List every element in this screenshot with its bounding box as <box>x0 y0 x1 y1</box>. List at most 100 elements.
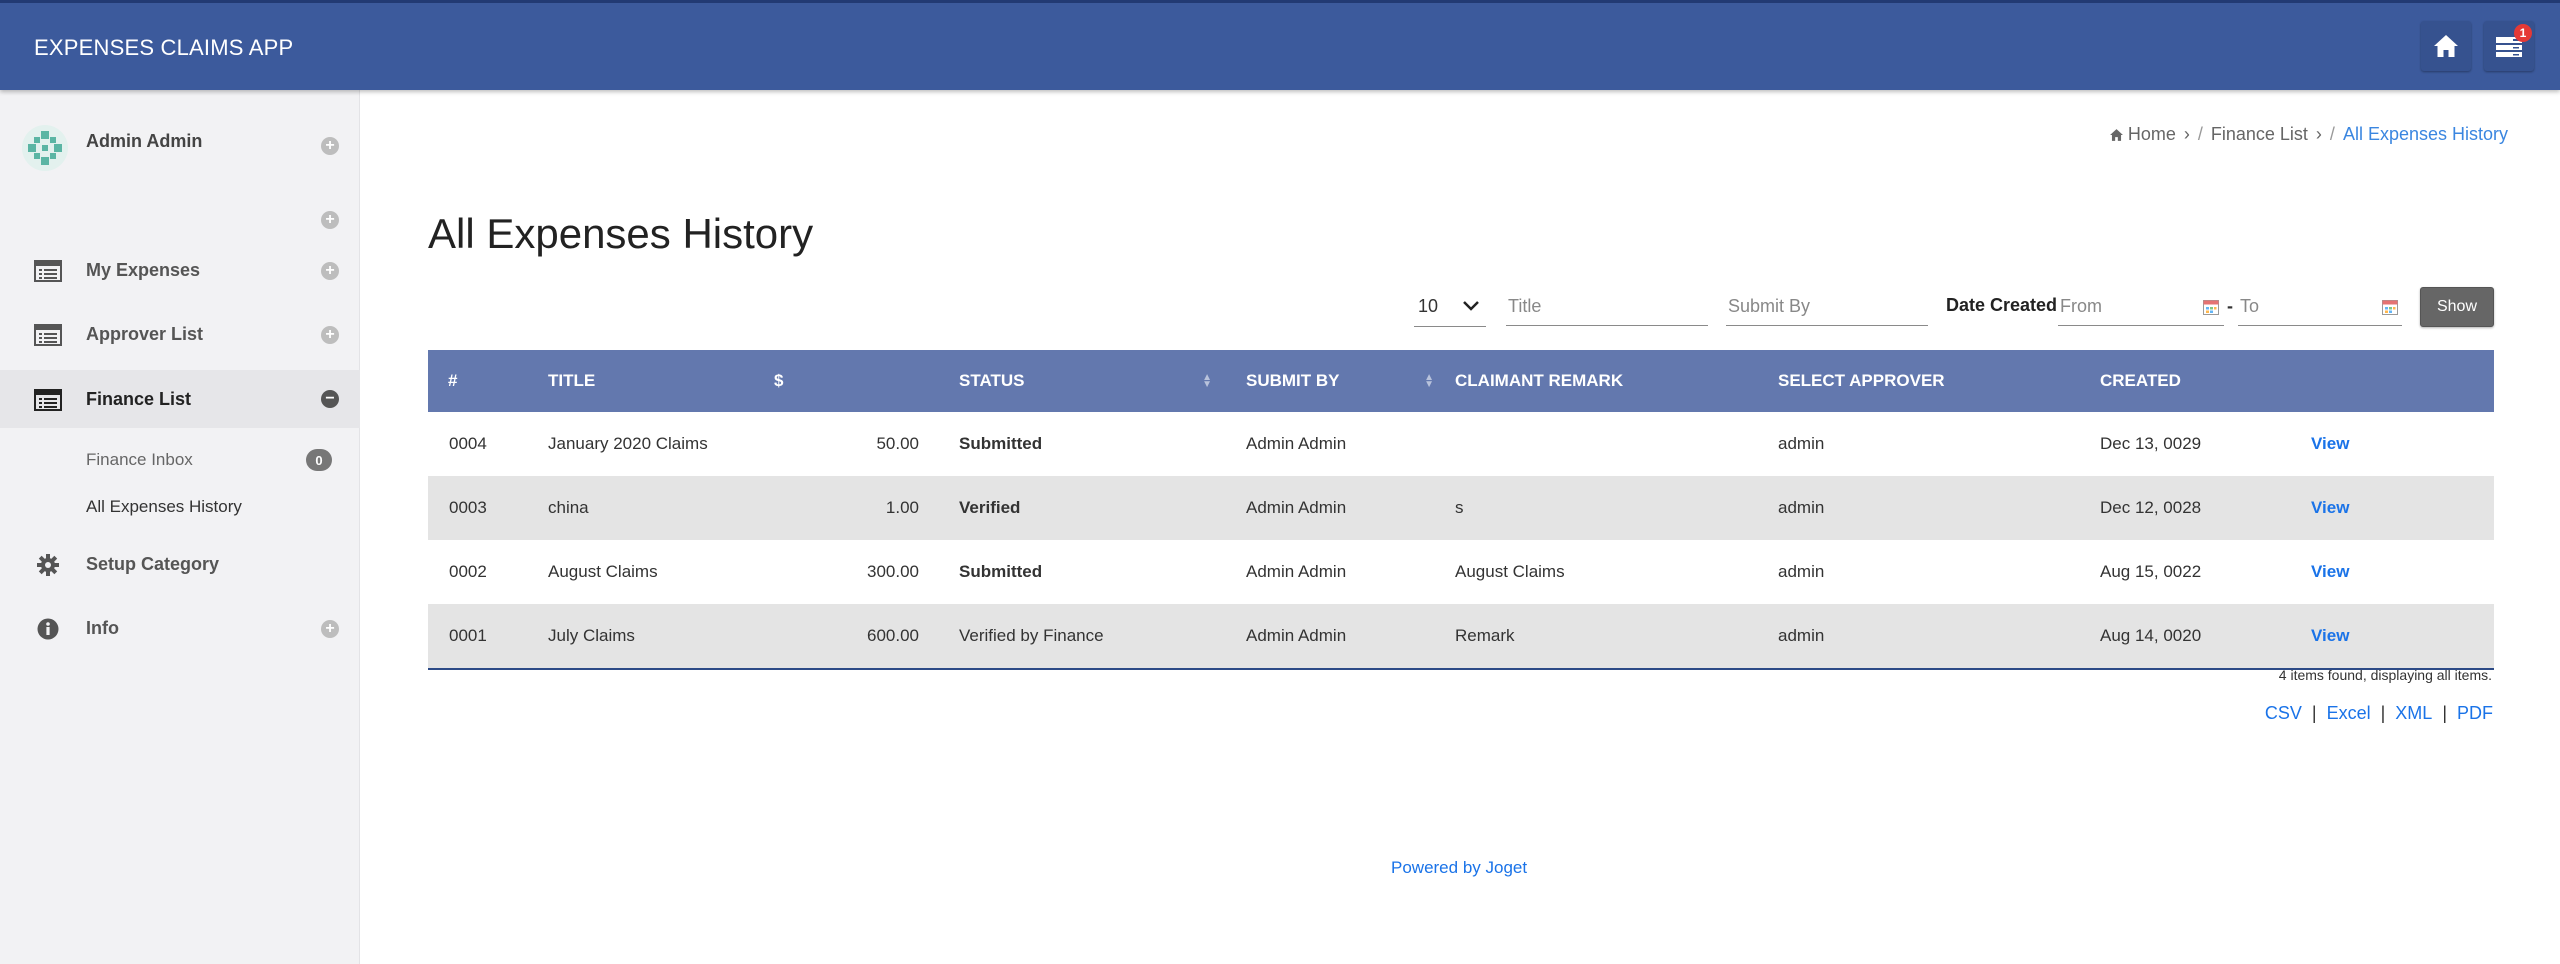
breadcrumb-current[interactable]: All Expenses History <box>2343 124 2508 145</box>
cell-id: 0004 <box>449 434 487 453</box>
sidebar-item-label: Approver List <box>86 324 204 344</box>
breadcrumb: Home › / Finance List › / All Expenses H… <box>2109 124 2508 145</box>
export-links: CSV | Excel | XML | PDF <box>2265 703 2493 724</box>
sidebar-subitem-all-expenses-history[interactable]: All Expenses History <box>86 497 242 517</box>
column-header-title[interactable]: TITLE <box>544 350 774 412</box>
column-header-select-approver[interactable]: SELECT APPROVER <box>1767 350 2089 412</box>
page-title: All Expenses History <box>428 210 814 257</box>
column-header-created[interactable]: CREATED <box>2089 350 2307 412</box>
cell-created: Dec 12, 0028 <box>2089 476 2307 540</box>
info-icon <box>37 618 59 640</box>
collapse-toggle[interactable]: − <box>321 390 339 408</box>
column-header-claimant-remark[interactable]: CLAIMANT REMARK <box>1444 350 1767 412</box>
extra-toggle[interactable]: + <box>321 211 339 229</box>
gear-icon <box>37 554 59 576</box>
calendar-icon[interactable] <box>2203 299 2219 315</box>
export-csv-link[interactable]: CSV <box>2265 703 2302 724</box>
column-header-label: STATUS <box>959 371 1025 390</box>
date-created-label: Date Created <box>1946 295 2058 315</box>
cell-created: Aug 15, 0022 <box>2100 562 2202 581</box>
export-pdf-link[interactable]: PDF <box>2457 703 2493 724</box>
cell-created: Aug 14, 0020 <box>2089 604 2307 670</box>
avatar[interactable] <box>22 125 68 171</box>
sort-icon[interactable]: ▲ ▼ <box>1202 373 1212 390</box>
top-navbar: EXPENSES CLAIMS APP 1 <box>0 0 2560 90</box>
expenses-table: # TITLE $ STATUS ▲ ▼ SUBMIT BY ▲ ▼ CLAIMAN… <box>428 350 2494 670</box>
sidebar-item-info[interactable]: Info + <box>0 599 360 657</box>
view-link[interactable]: View <box>2311 562 2349 581</box>
cell-approver: admin <box>1767 604 2089 670</box>
cell-id: 0001 <box>428 604 544 670</box>
cell-amount: 600.00 <box>774 604 939 670</box>
cell-approver: admin <box>1778 562 1825 581</box>
expand-toggle[interactable]: + <box>321 262 339 280</box>
breadcrumb-separator: / <box>2197 124 2203 144</box>
cell-remark: s <box>1444 476 1767 540</box>
inbox-button[interactable]: 1 <box>2484 21 2534 71</box>
cell-amount: 300.00 <box>867 562 919 581</box>
sidebar-item-label: My Expenses <box>86 260 201 280</box>
list-icon <box>34 389 62 411</box>
sidebar-item-label: Setup Category <box>86 554 220 574</box>
view-link[interactable]: View <box>2311 498 2349 517</box>
column-header-submit-by[interactable]: SUBMIT BY ▲ ▼ <box>1226 350 1444 412</box>
date-range-separator: - <box>2227 296 2233 316</box>
home-icon <box>2434 35 2458 57</box>
cell-approver: admin <box>1767 476 2089 540</box>
export-separator: | <box>2311 703 2317 723</box>
sidebar-item-my-expenses[interactable]: My Expenses + <box>0 241 360 299</box>
cell-submit-by: Admin Admin <box>1226 604 1444 670</box>
export-xml-link[interactable]: XML <box>2395 703 2432 724</box>
cell-title: August Claims <box>548 562 658 581</box>
sidebar <box>0 90 360 964</box>
cell-status: Submitted <box>959 562 1043 581</box>
cell-remark: Remark <box>1444 604 1767 670</box>
app-title[interactable]: EXPENSES CLAIMS APP <box>34 35 293 61</box>
cell-title: July Claims <box>544 604 774 670</box>
export-excel-link[interactable]: Excel <box>2327 703 2371 724</box>
sidebar-subitem-finance-inbox[interactable]: Finance Inbox <box>86 450 193 470</box>
user-menu-toggle[interactable]: + <box>321 137 339 155</box>
expand-toggle[interactable]: + <box>321 620 339 638</box>
list-icon <box>34 260 62 282</box>
cell-amount: 50.00 <box>876 434 919 453</box>
column-header-number[interactable]: # <box>428 350 544 412</box>
cell-title: January 2020 Claims <box>548 434 708 453</box>
view-link[interactable]: View <box>2311 434 2349 453</box>
expand-toggle[interactable]: + <box>321 326 339 344</box>
date-from-input[interactable] <box>2058 288 2224 326</box>
sidebar-item-setup-category[interactable]: Setup Category <box>0 535 360 593</box>
chevron-right-icon: › <box>2183 124 2190 144</box>
table-row: 0004 January 2020 Claims 50.00 Submitted… <box>428 412 2494 476</box>
column-header-action <box>2307 350 2494 412</box>
column-header-status[interactable]: STATUS ▲ ▼ <box>939 350 1226 412</box>
powered-by-link[interactable]: Powered by Joget <box>1391 858 1527 878</box>
cell-approver: admin <box>1778 434 1825 453</box>
submit-by-filter-input[interactable] <box>1726 288 1928 326</box>
sort-icon[interactable]: ▲ ▼ <box>1424 373 1434 390</box>
breadcrumb-home[interactable]: Home <box>2109 124 2176 145</box>
cell-submit-by: Admin Admin <box>1246 434 1347 453</box>
view-link[interactable]: View <box>2311 626 2349 645</box>
user-name[interactable]: Admin Admin <box>86 131 202 152</box>
breadcrumb-finance-list[interactable]: Finance List <box>2211 124 2308 145</box>
table-row: 0001 July Claims 600.00 Verified by Fina… <box>428 604 2494 670</box>
table-row: 0002 August Claims 300.00 Submitted Admi… <box>428 540 2494 604</box>
date-to-input[interactable] <box>2238 288 2402 326</box>
cell-created: Dec 13, 0029 <box>2100 434 2202 453</box>
cell-remark: August Claims <box>1455 562 1565 581</box>
cell-status: Verified by Finance <box>939 604 1226 670</box>
show-button[interactable]: Show <box>2420 287 2494 327</box>
sidebar-item-finance-list[interactable]: Finance List − <box>0 370 360 428</box>
title-filter-input[interactable] <box>1506 288 1708 326</box>
list-icon <box>34 324 62 346</box>
cell-id: 0002 <box>449 562 487 581</box>
home-button[interactable] <box>2421 21 2471 71</box>
cell-title: china <box>544 476 774 540</box>
breadcrumb-home-label: Home <box>2127 124 2176 144</box>
sidebar-item-approver-list[interactable]: Approver List + <box>0 305 360 363</box>
notification-badge: 1 <box>2514 24 2532 42</box>
calendar-icon[interactable] <box>2382 299 2398 315</box>
column-header-amount[interactable]: $ <box>774 350 939 412</box>
page-size-select[interactable]: 10 <box>1414 288 1486 327</box>
